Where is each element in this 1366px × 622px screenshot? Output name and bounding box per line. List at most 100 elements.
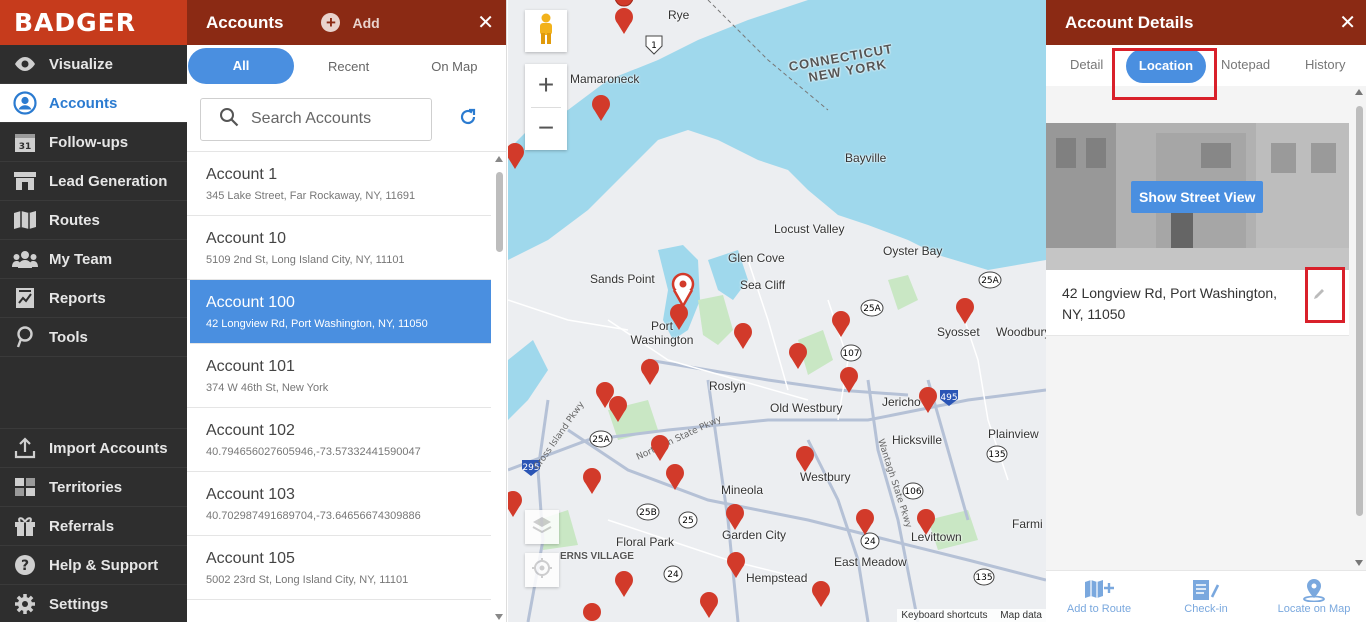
calendar-icon: 31 [12, 131, 38, 153]
check-in-button[interactable]: Check-in [1176, 577, 1236, 615]
nav-label: Territories [49, 478, 123, 496]
add-to-route-label: Add to Route [1066, 603, 1132, 615]
nav-item-routes[interactable]: Routes [0, 201, 187, 240]
map-label: Floral Park [616, 535, 675, 549]
nav-item-help-support[interactable]: ? Help & Support [0, 546, 187, 585]
account-row[interactable]: Account 1 345 Lake Street, Far Rockaway,… [187, 152, 491, 216]
map-data-link[interactable]: Map data [1000, 610, 1042, 621]
nav-item-reports[interactable]: Reports [0, 279, 187, 318]
nav-item-follow-ups[interactable]: 31 Follow-ups [0, 123, 187, 162]
account-list-scrollbar[interactable] [493, 152, 503, 622]
nav-label: Settings [49, 595, 109, 613]
locate-on-map-button[interactable]: Locate on Map [1274, 577, 1354, 615]
nav-item-import-accounts[interactable]: Import Accounts [0, 429, 187, 468]
pegman-icon [536, 13, 556, 50]
map-pin-tool-icon [12, 326, 38, 348]
nav-item-territories[interactable]: Territories [0, 468, 187, 507]
accounts-header: Accounts + Add ✕ [187, 0, 506, 45]
account-row[interactable]: Account 101 374 W 46th St, New York [187, 344, 491, 408]
scroll-down-arrow-icon[interactable] [1355, 560, 1363, 566]
account-row[interactable]: Account 103 40.702987491689704,-73.64656… [187, 472, 491, 536]
nav-item-tools[interactable]: Tools [0, 318, 187, 357]
nav-label: Accounts [49, 94, 118, 112]
svg-text:25A: 25A [981, 276, 999, 286]
chart-report-icon [12, 287, 38, 309]
zoom-control: + − [525, 64, 567, 150]
details-scrollbar[interactable] [1354, 86, 1364, 570]
svg-text:25A: 25A [592, 435, 610, 445]
brand-text: BADGER [14, 8, 137, 37]
scroll-up-arrow-icon[interactable] [1355, 89, 1363, 95]
account-name: Account 102 [206, 422, 295, 439]
street-view-pegman-button[interactable] [525, 10, 567, 52]
account-address: 5002 23rd St, Long Island City, NY, 1110… [206, 574, 409, 586]
svg-text:Cross Island Pkwy: Cross Island Pkwy [532, 399, 587, 471]
tab-detail[interactable]: Detail [1070, 57, 1103, 72]
scrollbar-thumb[interactable] [496, 172, 503, 252]
account-name: Account 1 [206, 166, 278, 183]
map-label: ERNS VILLAGE [560, 551, 634, 562]
scroll-up-arrow-icon[interactable] [495, 156, 503, 162]
my-location-button[interactable] [525, 553, 559, 587]
add-account-button[interactable]: + Add [321, 13, 380, 32]
nav-label: My Team [49, 250, 113, 268]
close-icon[interactable]: ✕ [1339, 10, 1356, 35]
keyboard-shortcuts-link[interactable]: Keyboard shortcuts [901, 610, 987, 621]
zoom-in-button[interactable]: + [538, 65, 554, 107]
svg-text:135: 135 [988, 450, 1005, 460]
nav-spacer [0, 357, 187, 429]
map-label: Syosset [937, 325, 980, 339]
close-icon[interactable]: ✕ [477, 10, 494, 35]
search-input[interactable]: Search Accounts [200, 97, 432, 141]
nav-label: Lead Generation [49, 172, 168, 190]
account-address: 40.794656027605946,-73.57332441590047 [206, 446, 421, 458]
nav-label: Routes [49, 211, 100, 229]
map-label: Farmi [1012, 517, 1043, 531]
highlight-box-location-tab [1112, 48, 1217, 100]
nav-item-visualize[interactable]: Visualize [0, 45, 187, 84]
app: BADGER Visualize Accounts 31 Follow-ups … [0, 0, 1366, 622]
nav-item-referrals[interactable]: Referrals [0, 507, 187, 546]
map-layers-button[interactable] [525, 510, 559, 544]
nav-label: Tools [49, 328, 88, 346]
eye-icon [12, 53, 38, 75]
nav-item-settings[interactable]: Settings [0, 585, 187, 622]
nav-item-accounts[interactable]: Accounts [0, 84, 187, 123]
search-icon [219, 107, 239, 132]
account-row[interactable]: Account 105 5002 23rd St, Long Island Ci… [187, 536, 491, 600]
brand-logo[interactable]: BADGER [0, 0, 187, 45]
add-to-route-button[interactable]: Add to Route [1066, 577, 1132, 615]
account-list: Account 1 345 Lake Street, Far Rockaway,… [187, 152, 506, 622]
tab-history[interactable]: History [1305, 57, 1345, 72]
folded-map-icon [12, 209, 38, 231]
svg-text:24: 24 [667, 570, 679, 580]
scrollbar-thumb[interactable] [1356, 106, 1363, 516]
map-view[interactable]: 1 25A 25A 107 25A 25 25B 24 135 106 24 1… [508, 0, 1046, 622]
svg-text:135: 135 [975, 573, 992, 583]
account-name: Account 101 [206, 358, 295, 375]
nav-item-lead-generation[interactable]: Lead Generation [0, 162, 187, 201]
svg-text:Northern State Pkwy: Northern State Pkwy [635, 414, 724, 463]
account-filter-tabs: All Recent On Map [187, 45, 506, 87]
highlight-box-edit-address [1305, 267, 1345, 323]
nav-item-my-team[interactable]: My Team [0, 240, 187, 279]
account-row-selected[interactable]: Account 100 42 Longview Rd, Port Washing… [190, 280, 491, 344]
user-circle-icon [12, 91, 38, 115]
filter-tab-recent[interactable]: Recent [328, 59, 369, 74]
account-name: Account 103 [206, 486, 295, 503]
account-address: 5109 2nd St, Long Island City, NY, 11101 [206, 254, 405, 266]
locate-on-map-label: Locate on Map [1277, 603, 1351, 615]
nav-label: Import Accounts [49, 439, 168, 457]
show-street-view-button[interactable]: Show Street View [1131, 181, 1264, 213]
check-in-label: Check-in [1184, 603, 1228, 615]
zoom-out-button[interactable]: − [538, 108, 554, 150]
scroll-down-arrow-icon[interactable] [495, 614, 503, 620]
refresh-icon[interactable] [458, 107, 478, 132]
filter-tab-on-map[interactable]: On Map [431, 59, 477, 74]
svg-text:25A: 25A [863, 304, 881, 314]
account-row[interactable]: Account 10 5109 2nd St, Long Island City… [187, 216, 491, 280]
tab-notepad[interactable]: Notepad [1221, 57, 1270, 72]
account-row[interactable]: Account 102 40.794656027605946,-73.57332… [187, 408, 491, 472]
filter-tab-all[interactable]: All [188, 48, 294, 84]
account-name: Account 100 [206, 294, 295, 311]
